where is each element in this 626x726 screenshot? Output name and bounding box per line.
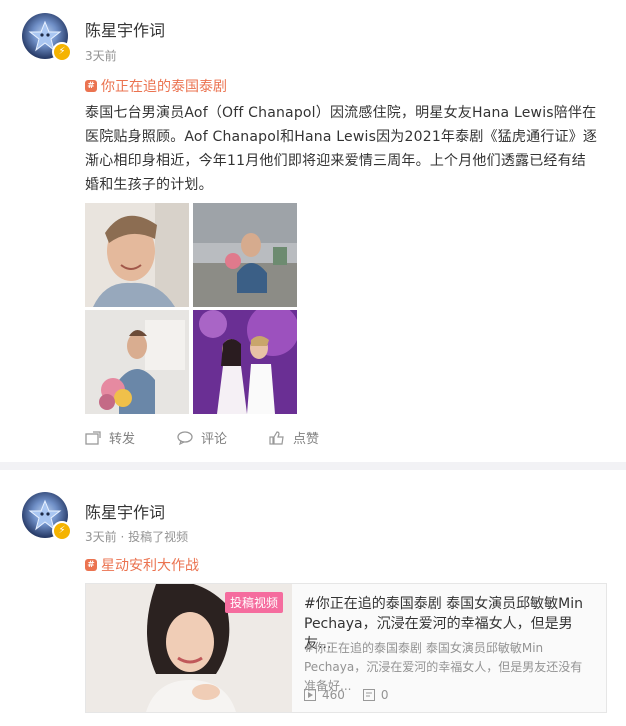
play-count-value: 460	[322, 688, 345, 702]
comment-count-value: 0	[380, 688, 389, 702]
repost-icon	[85, 430, 101, 445]
like-button[interactable]: 点赞	[269, 428, 361, 447]
topic-icon: #	[85, 559, 97, 571]
post-photo-4[interactable]	[193, 310, 297, 414]
repost-button[interactable]: 转发	[85, 428, 177, 447]
post-photo-3[interactable]	[85, 310, 189, 414]
post-photo-1[interactable]	[85, 203, 189, 307]
verified-badge-icon: ⚡	[52, 521, 72, 541]
repost-label: 转发	[109, 432, 136, 447]
play-count: 460	[304, 688, 345, 702]
video-label-badge: 投稿视频	[225, 592, 284, 613]
thumbs-up-icon	[269, 430, 284, 445]
comment-count: 0	[362, 688, 389, 702]
verified-badge-icon: ⚡	[52, 42, 72, 62]
video-card[interactable]: 投稿视频 #你正在追的泰国泰剧 泰国女演员邱敏敏Min Pechaya，沉浸在爱…	[85, 583, 607, 713]
photo-hospital-bed	[193, 203, 297, 307]
topic-link[interactable]: # 你正在追的泰国泰剧	[85, 76, 227, 96]
post-photo-2[interactable]	[193, 203, 297, 307]
comment-button[interactable]: 评论	[177, 428, 269, 447]
comment-label: 评论	[201, 432, 228, 447]
play-icon	[304, 689, 316, 701]
post-actions: 转发 评论 点赞	[85, 428, 361, 447]
post-time[interactable]: 3天前	[85, 47, 117, 64]
photo-man-flowers	[85, 310, 189, 414]
post-card-1: ⚡ 陈星宇作词 3天前 # 你正在追的泰国泰剧 泰国七台男演员Aof（Off C…	[0, 0, 626, 462]
username[interactable]: 陈星宇作词	[85, 499, 165, 523]
photo-man-smiling	[85, 203, 189, 307]
feed-divider	[0, 462, 626, 470]
like-label: 点赞	[293, 432, 320, 447]
topic-label: 星动安利大作战	[101, 558, 199, 574]
video-thumbnail[interactable]: 投稿视频	[86, 584, 292, 712]
comment-icon	[177, 430, 193, 445]
username[interactable]: 陈星宇作词	[85, 17, 165, 41]
photo-couple-stage	[193, 310, 297, 414]
post-text: 泰国七台男演员Aof（Off Chanapol）因流感住院，明星女友Hana L…	[85, 105, 598, 193]
topic-icon: #	[85, 80, 97, 92]
topic-label: 你正在追的泰国泰剧	[101, 79, 227, 95]
video-stats: 460 0	[304, 688, 389, 702]
comment-count-icon	[362, 689, 375, 701]
topic-link[interactable]: # 星动安利大作战	[85, 555, 199, 575]
post-time[interactable]: 3天前 · 投稿了视频	[85, 528, 188, 545]
